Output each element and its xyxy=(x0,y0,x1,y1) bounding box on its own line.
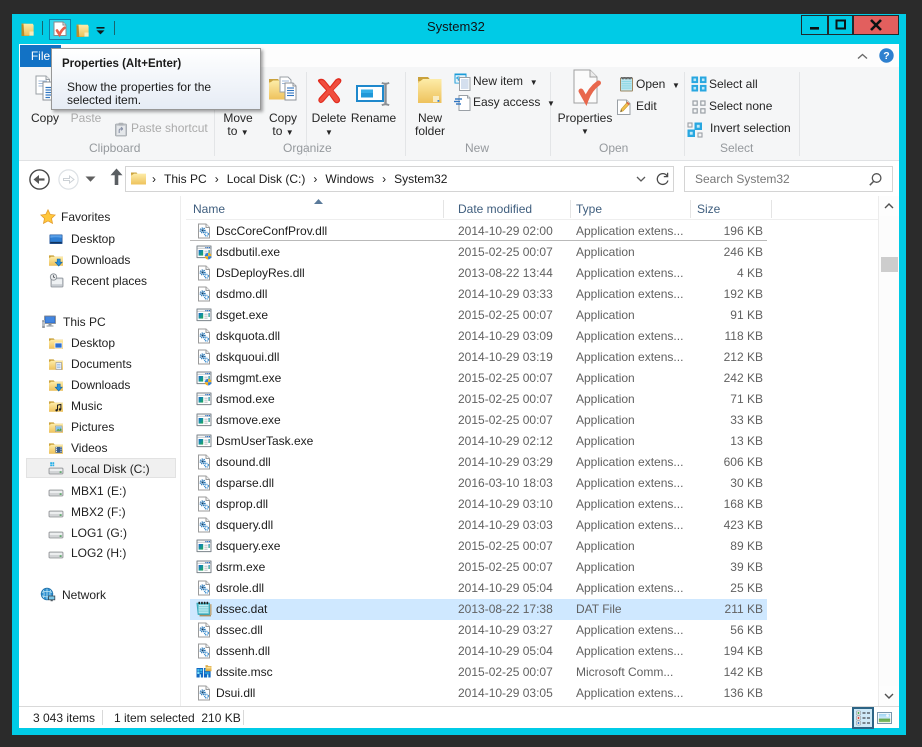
svg-text:?: ? xyxy=(883,50,889,62)
